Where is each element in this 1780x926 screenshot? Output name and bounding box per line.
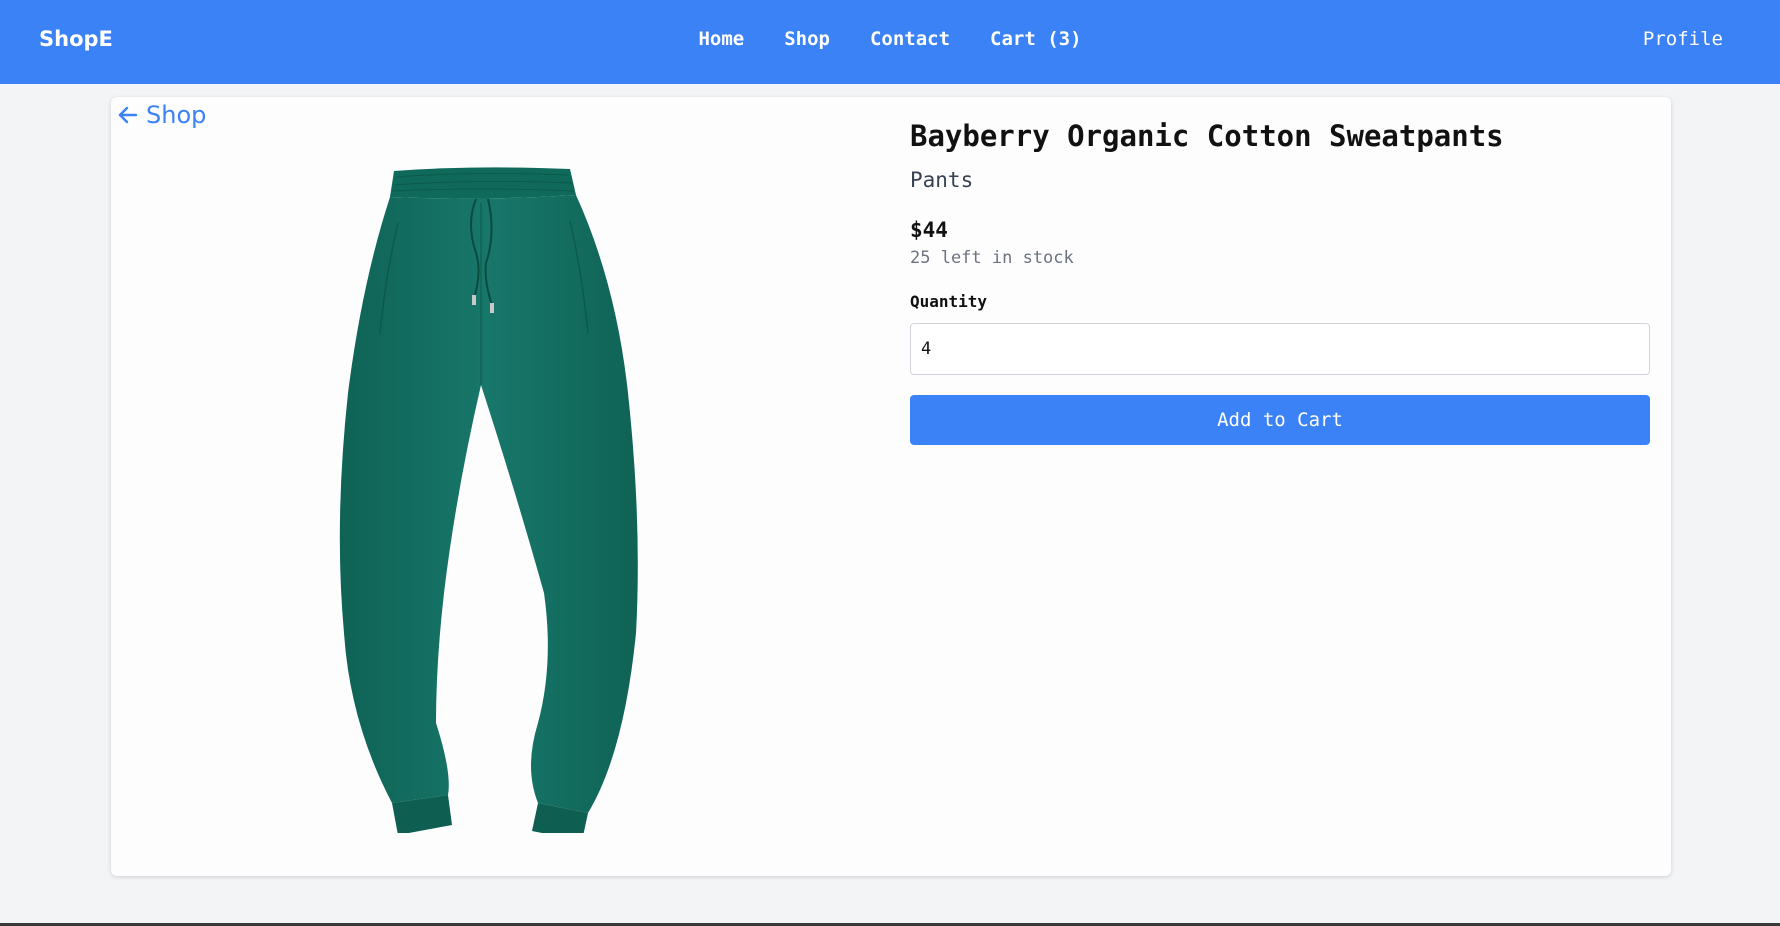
nav-link-shop[interactable]: Shop bbox=[784, 28, 830, 50]
nav-link-home[interactable]: Home bbox=[698, 28, 744, 50]
nav-link-cart[interactable]: Cart (3) bbox=[990, 28, 1082, 50]
top-navbar: ShopE Home Shop Contact Cart (3) Profile bbox=[0, 0, 1780, 84]
product-details: Bayberry Organic Cotton Sweatpants Pants… bbox=[910, 119, 1650, 445]
product-category: Pants bbox=[910, 168, 974, 192]
product-image bbox=[326, 163, 726, 841]
product-price: $44 bbox=[910, 218, 948, 242]
stock-status: 25 left in stock bbox=[910, 248, 1074, 268]
product-title: Bayberry Organic Cotton Sweatpants bbox=[910, 119, 1504, 153]
back-link-label: Shop bbox=[146, 101, 207, 129]
product-card: Shop Bayberry Organic Cotton Sweatpants … bbox=[111, 97, 1671, 876]
quantity-label: Quantity bbox=[910, 292, 988, 311]
nav-link-contact[interactable]: Contact bbox=[870, 28, 950, 50]
arrow-left-icon bbox=[116, 103, 140, 127]
quantity-input[interactable] bbox=[910, 323, 1650, 375]
add-to-cart-button[interactable]: Add to Cart bbox=[910, 395, 1650, 445]
main-nav: Home Shop Contact Cart (3) bbox=[0, 28, 1780, 50]
back-to-shop-link[interactable]: Shop bbox=[116, 101, 206, 129]
profile-link[interactable]: Profile bbox=[1643, 28, 1723, 50]
